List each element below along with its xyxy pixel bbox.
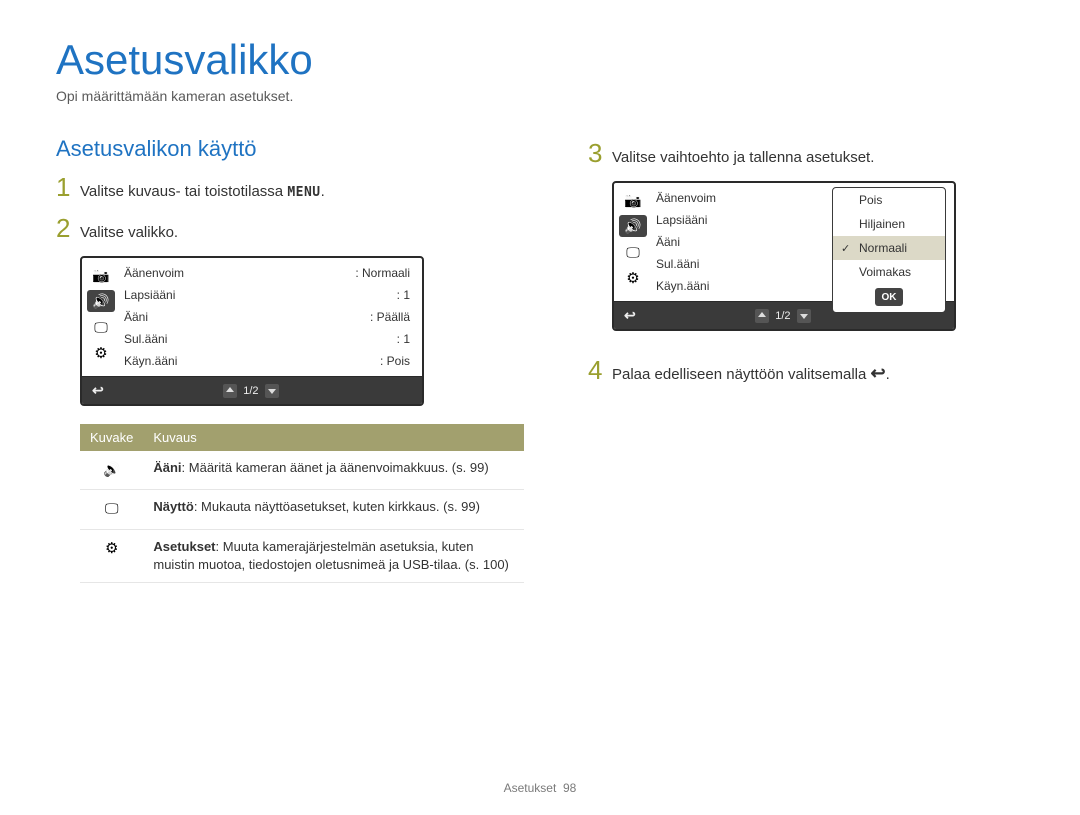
back-icon[interactable]: ↩ (92, 382, 104, 399)
option-label: Pois (859, 193, 882, 207)
page-indicator: 1/2 (775, 310, 790, 322)
menu-row[interactable]: Sul.ääni : 1 (120, 328, 414, 350)
page-subtitle: Opi määrittämään kameran asetukset. (56, 88, 1024, 104)
option-label: Normaali (859, 241, 907, 255)
gear-icon (87, 342, 115, 364)
menu-row-label: Ääni (656, 235, 680, 249)
page-title: Asetusvalikko (56, 36, 1024, 84)
section-heading: Asetusvalikon käyttö (56, 136, 524, 162)
page-up-icon[interactable] (755, 309, 769, 323)
menu-row-label: Käyn.ääni (656, 279, 709, 293)
step-number: 4 (588, 355, 612, 386)
camera-screen-options: Äänenvoim Lapsiääni Ääni Sul.ääni Käyn.ä (612, 181, 956, 331)
menu-row-value: : 1 (397, 288, 410, 302)
page-footer: Asetukset 98 (0, 781, 1080, 795)
step-1-suffix: . (321, 183, 325, 200)
icon-description-table: Kuvake Kuvaus Ääni: Määritä kameran ääne… (80, 424, 524, 583)
option-item[interactable]: Pois (833, 188, 945, 212)
page-down-icon[interactable] (797, 309, 811, 323)
menu-row-label: Äänenvoim (656, 191, 716, 205)
table-header-icon: Kuvake (80, 424, 143, 451)
row-title: Näyttö (153, 499, 193, 514)
row-title: Asetukset (153, 539, 215, 554)
table-row: Asetukset: Muuta kamerajärjestelmän aset… (80, 529, 524, 582)
row-desc: : Määritä kameran äänet ja äänenvoimakku… (182, 460, 489, 475)
menu-row-value: : 1 (397, 332, 410, 346)
menu-row-label: Lapsiääni (656, 213, 707, 227)
option-label: Hiljainen (859, 217, 905, 231)
ok-button[interactable]: OK (875, 288, 903, 306)
footer-page-number: 98 (563, 781, 576, 795)
back-icon[interactable]: ↩ (624, 307, 636, 324)
step-3: 3 Valitse vaihtoehto ja tallenna asetuks… (588, 138, 1024, 169)
step-3-text: Valitse vaihtoehto ja tallenna asetukset… (612, 147, 874, 169)
menu-row[interactable]: Käyn.ääni : Pois (120, 350, 414, 372)
step-4-suffix: . (886, 366, 890, 383)
step-1-text: Valitse kuvaus- tai toistotilassa (80, 183, 287, 200)
display-icon (619, 241, 647, 263)
display-icon (87, 316, 115, 338)
camera-mode-icon (87, 264, 115, 286)
menu-row-label: Sul.ääni (124, 332, 167, 346)
step-number: 1 (56, 172, 80, 203)
menu-icon: MENU (287, 185, 320, 200)
step-1: 1 Valitse kuvaus- tai toistotilassa MENU… (56, 172, 524, 203)
sound-icon (103, 461, 120, 478)
menu-row-value: : Päällä (370, 310, 410, 324)
camera-mode-icon (619, 189, 647, 211)
option-label: Voimakas (859, 265, 911, 279)
menu-row-label: Ääni (124, 310, 148, 324)
camera-screen-menu: Äänenvoim : Normaali Lapsiääni : 1 Ääni … (80, 256, 424, 406)
option-item-selected[interactable]: Normaali (833, 236, 945, 260)
menu-row[interactable]: Ääni : Päällä (120, 306, 414, 328)
step-4: 4 Palaa edelliseen näyttöön valitsemalla… (588, 355, 1024, 386)
camera-side-icons (82, 258, 120, 376)
menu-row[interactable]: Lapsiääni : 1 (120, 284, 414, 306)
table-header-desc: Kuvaus (143, 424, 524, 451)
gear-icon (105, 540, 118, 557)
option-popup: Pois Hiljainen Normaali Voimakas OK (832, 187, 946, 313)
step-number: 2 (56, 213, 80, 244)
table-row: Näyttö: Mukauta näyttöasetukset, kuten k… (80, 490, 524, 529)
menu-row-value: : Normaali (355, 266, 410, 280)
display-icon (105, 500, 119, 517)
footer-label: Asetukset (504, 781, 557, 795)
camera-side-icons (614, 183, 652, 301)
option-item[interactable]: Hiljainen (833, 212, 945, 236)
step-2: 2 Valitse valikko. (56, 213, 524, 244)
menu-row-label: Lapsiääni (124, 288, 175, 302)
step-2-text: Valitse valikko. (80, 222, 178, 244)
option-item[interactable]: Voimakas (833, 260, 945, 284)
page-up-icon[interactable] (223, 384, 237, 398)
menu-row-label: Sul.ääni (656, 257, 699, 271)
sound-icon (619, 215, 647, 237)
sound-icon (87, 290, 115, 312)
menu-row-label: Äänenvoim (124, 266, 184, 280)
gear-icon (619, 267, 647, 289)
table-row: Ääni: Määritä kameran äänet ja äänenvoim… (80, 451, 524, 490)
page-indicator: 1/2 (243, 385, 258, 397)
back-icon: ↩ (871, 363, 886, 383)
menu-row[interactable]: Äänenvoim : Normaali (120, 262, 414, 284)
row-title: Ääni (153, 460, 181, 475)
page-down-icon[interactable] (265, 384, 279, 398)
menu-row-value: : Pois (380, 354, 410, 368)
step-4-text: Palaa edelliseen näyttöön valitsemalla (612, 366, 871, 383)
menu-row-label: Käyn.ääni (124, 354, 177, 368)
step-number: 3 (588, 138, 612, 169)
row-desc: : Mukauta näyttöasetukset, kuten kirkkau… (194, 499, 480, 514)
